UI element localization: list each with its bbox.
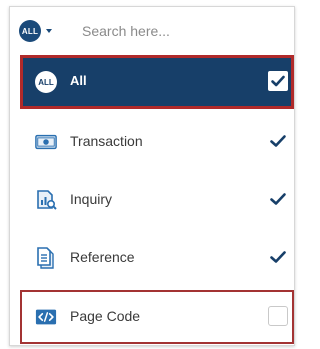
checkbox-reference[interactable] xyxy=(268,247,288,267)
checkbox-page-code[interactable] xyxy=(268,306,288,326)
all-badge-icon: ALL xyxy=(19,20,41,42)
option-label: Page Code xyxy=(70,308,141,324)
search-bar: ALL xyxy=(10,7,294,53)
category-filter-toggle[interactable]: ALL xyxy=(19,20,52,42)
checkbox-transaction[interactable] xyxy=(268,131,288,151)
all-badge-icon: ALL xyxy=(35,71,57,93)
option-page-code[interactable]: Page Code xyxy=(20,290,294,344)
option-label: Transaction xyxy=(70,133,143,149)
code-icon xyxy=(35,306,57,328)
option-all[interactable]: ALL All xyxy=(20,55,294,109)
inquiry-icon xyxy=(35,189,57,211)
option-label: Reference xyxy=(70,249,135,265)
filter-dropdown-panel: ALL ALL All Transaction xyxy=(9,6,295,346)
checkbox-inquiry[interactable] xyxy=(268,189,288,209)
checkmark-icon xyxy=(270,135,286,147)
option-label: All xyxy=(70,73,87,88)
transaction-icon xyxy=(35,131,57,153)
search-input[interactable] xyxy=(82,19,282,43)
option-label: Inquiry xyxy=(70,191,113,207)
option-reference[interactable]: Reference xyxy=(20,231,294,285)
reference-icon xyxy=(35,247,57,269)
option-transaction[interactable]: Transaction xyxy=(20,115,294,169)
checkbox-all[interactable] xyxy=(268,71,288,91)
checkmark-icon xyxy=(271,75,285,87)
checkmark-icon xyxy=(270,251,286,263)
caret-down-icon xyxy=(46,29,52,33)
checkmark-icon xyxy=(270,193,286,205)
option-inquiry[interactable]: Inquiry xyxy=(20,173,294,227)
